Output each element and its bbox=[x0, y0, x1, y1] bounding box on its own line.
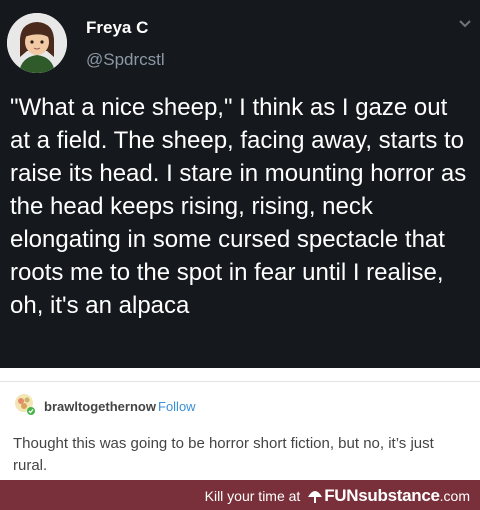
tweet-handle[interactable]: @Spdrcstl bbox=[86, 50, 165, 70]
tweet-card: Freya C @Spdrcstl "What a nice sheep," I… bbox=[0, 0, 480, 368]
footer-tagline: Kill your time at FUNsubstance.com bbox=[205, 486, 470, 506]
follow-button[interactable]: Follow bbox=[158, 399, 196, 414]
footer-domain: .com bbox=[439, 488, 470, 504]
funsubstance-logo-icon bbox=[308, 491, 323, 503]
tweet-text: "What a nice sheep," I think as I gaze o… bbox=[10, 94, 467, 319]
reblog-badge-icon[interactable] bbox=[13, 393, 35, 415]
reply-username[interactable]: brawltogethernow bbox=[44, 399, 156, 414]
reply-text: Thought this was going to be horror shor… bbox=[13, 435, 434, 474]
footer-brand: FUNsubstance bbox=[324, 486, 440, 505]
footer-tagline-text: Kill your time at bbox=[204, 488, 301, 504]
divider bbox=[0, 381, 480, 382]
watermark-footer: Kill your time at FUNsubstance.com bbox=[0, 480, 480, 510]
tweet-display-name[interactable]: Freya C bbox=[86, 18, 148, 38]
avatar[interactable] bbox=[7, 13, 67, 73]
chevron-down-icon[interactable] bbox=[458, 16, 472, 34]
tumblr-reply: brawltogethernow Follow Thought this was… bbox=[0, 368, 480, 480]
